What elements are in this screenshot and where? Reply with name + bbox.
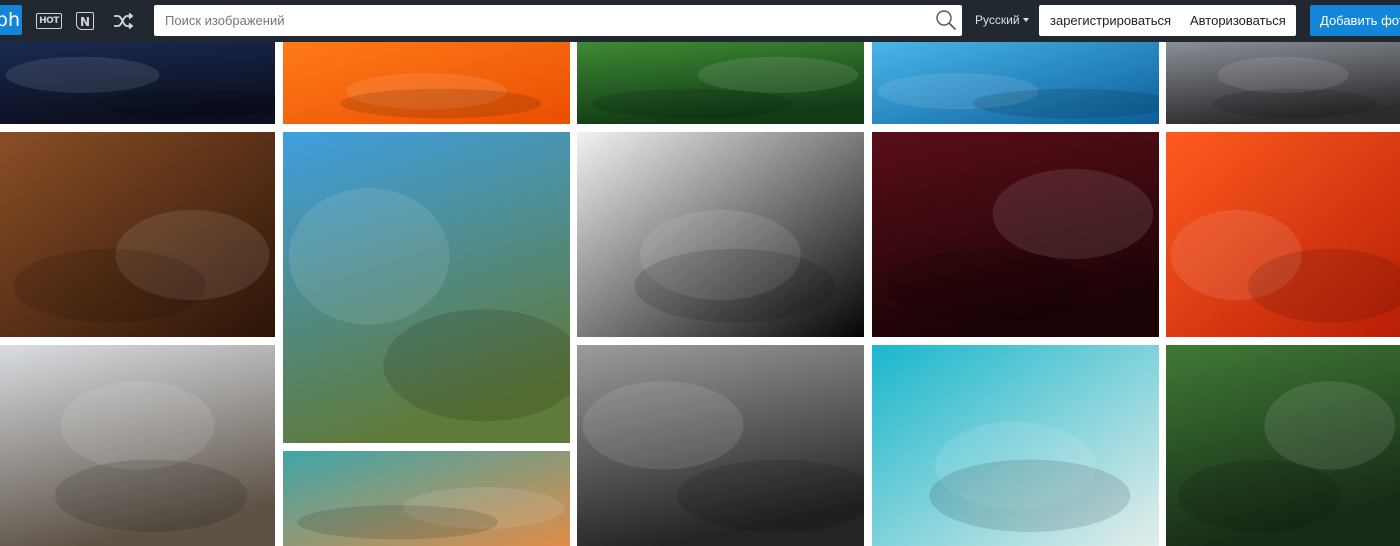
- photo-kids-firewood-image: [0, 132, 275, 337]
- register-button[interactable]: зарегистрироваться: [1050, 5, 1171, 36]
- new-icon[interactable]: N: [72, 9, 98, 33]
- photo-aerial-beach[interactable]: [872, 345, 1159, 546]
- search-bar: [154, 5, 962, 36]
- logo-text: ph: [0, 9, 20, 31]
- hot-icon-text: HOT: [36, 13, 62, 29]
- photo-tomato-sauce[interactable]: [1166, 132, 1400, 337]
- photo-blue-water[interactable]: [872, 42, 1159, 124]
- photo-orange-fabric-image: [283, 42, 570, 124]
- shuffle-icon-graphic: [114, 12, 134, 30]
- add-photo-button[interactable]: Добавить фото: [1310, 5, 1400, 36]
- photo-art-studio-image: [283, 451, 570, 546]
- chevron-down-icon: [1022, 18, 1029, 22]
- photo-light-bulbs-image: [872, 132, 1159, 337]
- search-input[interactable]: [154, 5, 924, 36]
- photo-old-man-hat[interactable]: [577, 345, 864, 546]
- photo-green-lotus-leaves-image: [577, 42, 864, 124]
- photo-city-night-skyline[interactable]: [0, 42, 275, 124]
- top-navbar: ph HOT N Русский зарегистрироваться Авто…: [0, 0, 1400, 42]
- photo-forest-road[interactable]: [1166, 345, 1400, 546]
- photo-silhouettes-window[interactable]: [577, 132, 864, 337]
- language-dropdown[interactable]: Русский: [975, 13, 1029, 27]
- photo-tomato-sauce-image: [1166, 132, 1400, 337]
- shuffle-icon[interactable]: [110, 9, 136, 33]
- photo-kids-firewood[interactable]: [0, 132, 275, 337]
- photo-coast-beach-image: [283, 132, 570, 443]
- auth-panel: зарегистрироваться Авторизоваться: [1039, 5, 1296, 36]
- photo-green-lotus-leaves[interactable]: [577, 42, 864, 124]
- language-label: Русский: [975, 13, 1020, 27]
- photo-light-bulbs[interactable]: [872, 132, 1159, 337]
- photo-art-studio[interactable]: [283, 451, 570, 546]
- photo-person-lights-image: [1166, 42, 1400, 124]
- login-button[interactable]: Авторизоваться: [1190, 5, 1286, 36]
- hot-icon[interactable]: HOT: [36, 9, 62, 33]
- site-logo[interactable]: ph: [0, 5, 22, 35]
- photo-person-lights[interactable]: [1166, 42, 1400, 124]
- photo-city-night-skyline-image: [0, 42, 275, 124]
- photo-silhouettes-window-image: [577, 132, 864, 337]
- photo-forest-road-image: [1166, 345, 1400, 546]
- photo-new-york-skyline[interactable]: [0, 345, 275, 546]
- photo-new-york-skyline-image: [0, 345, 275, 546]
- new-icon-text: N: [76, 12, 94, 30]
- photo-blue-water-image: [872, 42, 1159, 124]
- photo-orange-fabric[interactable]: [283, 42, 570, 124]
- search-icon[interactable]: [935, 9, 957, 31]
- photo-aerial-beach-image: [872, 345, 1159, 546]
- photo-old-man-hat-image: [577, 345, 864, 546]
- photo-coast-beach[interactable]: [283, 132, 570, 443]
